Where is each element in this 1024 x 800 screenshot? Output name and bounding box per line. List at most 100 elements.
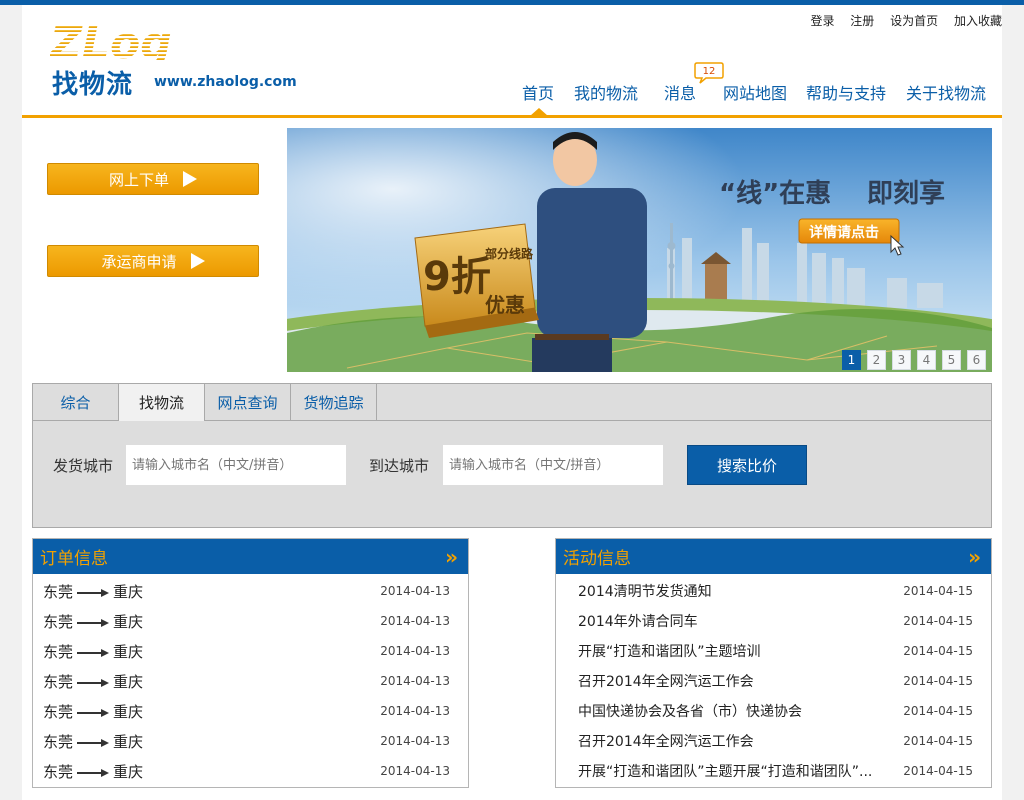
order-row[interactable]: 东莞 重庆 2014-04-13 <box>33 756 468 786</box>
login-link[interactable]: 登录 <box>810 14 834 28</box>
nav-help[interactable]: 帮助与支持 <box>806 80 886 104</box>
promo-banner[interactable]: 9折 优惠 部分线路 “线”在惠 即刻享 详情请点击 1 2 3 4 5 6 <box>287 128 992 372</box>
from-city-input[interactable] <box>126 445 346 485</box>
register-link[interactable]: 注册 <box>850 14 874 28</box>
tab-find-logistics[interactable]: 找物流 <box>119 384 205 421</box>
order-to-city: 重庆 <box>113 672 144 691</box>
tab-general[interactable]: 综合 <box>33 384 119 420</box>
event-title[interactable]: 开展“打造和谐团队”主题开展“打造和谐团队”... <box>566 761 872 781</box>
top-links: 登录 注册 设为首页 加入收藏 <box>798 12 1002 29</box>
nav-messages[interactable]: 消息 <box>664 80 696 104</box>
order-date: 2014-04-13 <box>380 674 450 688</box>
logo-url: www.zhaolog.com <box>154 74 297 90</box>
banner-discount: 9折 <box>423 254 491 300</box>
event-row[interactable]: 开展“打造和谐团队”主题开展“打造和谐团队”... 2014-04-15 <box>556 756 991 786</box>
order-row[interactable]: 东莞 重庆 2014-04-13 <box>33 636 468 666</box>
event-date: 2014-04-15 <box>903 764 973 778</box>
event-date: 2014-04-15 <box>903 704 973 718</box>
search-panel: 综合 找物流 网点查询 货物追踪 发货城市 到达城市 搜索比价 <box>32 383 992 528</box>
order-row[interactable]: 东莞 重庆 2014-04-13 <box>33 696 468 726</box>
banner-image: 9折 优惠 部分线路 “线”在惠 即刻享 详情请点击 <box>287 128 992 372</box>
arrow-right-icon <box>190 253 205 269</box>
tab-outlet-query[interactable]: 网点查询 <box>205 384 291 420</box>
to-city-input[interactable] <box>443 445 663 485</box>
order-route: 东莞 重庆 <box>43 731 143 752</box>
event-row[interactable]: 召开2014年全网汽运工作会 2014-04-15 <box>556 666 991 696</box>
event-row[interactable]: 中国快递协会及各省（市）快递协会 2014-04-15 <box>556 696 991 726</box>
add-favorite-link[interactable]: 加入收藏 <box>954 14 1002 28</box>
orders-list: 东莞 重庆 2014-04-13 东莞 重庆 2014-04-13 东莞 重庆 2014-04-… <box>33 574 468 786</box>
arrow-right-icon <box>183 171 197 187</box>
event-title[interactable]: 2014年外请合同车 <box>566 611 698 631</box>
events-header: 活动信息 » <box>556 539 991 574</box>
event-row[interactable]: 2014清明节发货通知 2014-04-15 <box>556 576 991 606</box>
events-more-icon[interactable]: » <box>968 545 981 569</box>
event-date: 2014-04-15 <box>903 614 973 628</box>
order-row[interactable]: 东莞 重庆 2014-04-13 <box>33 666 468 696</box>
to-city-label: 到达城市 <box>369 457 430 475</box>
order-to-city: 重庆 <box>113 732 144 751</box>
event-row[interactable]: 开展“打造和谐团队”主题培训 2014-04-15 <box>556 636 991 666</box>
banner-page-3[interactable]: 3 <box>892 350 911 370</box>
orders-panel: 订单信息 » 东莞 重庆 2014-04-13 东莞 重庆 2014-04-13 东莞 重庆 2… <box>32 538 469 788</box>
event-title[interactable]: 召开2014年全网汽运工作会 <box>566 671 754 691</box>
event-title[interactable]: 中国快递协会及各省（市）快递协会 <box>566 701 802 721</box>
order-date: 2014-04-13 <box>380 704 450 718</box>
orders-more-icon[interactable]: » <box>445 545 458 569</box>
tab-cargo-tracking[interactable]: 货物追踪 <box>291 384 377 420</box>
banner-page-1[interactable]: 1 <box>842 350 861 370</box>
banner-page-4[interactable]: 4 <box>917 350 936 370</box>
order-route: 东莞 重庆 <box>43 611 143 632</box>
order-from-city: 东莞 <box>43 612 74 631</box>
site-logo[interactable]: ZLog <box>50 22 300 62</box>
order-from-city: 东莞 <box>43 672 74 691</box>
events-list: 2014清明节发货通知 2014-04-15 2014年外请合同车 2014-04-1… <box>556 574 991 786</box>
order-row[interactable]: 东莞 重庆 2014-04-13 <box>33 606 468 636</box>
message-count-badge: 12 <box>694 62 724 84</box>
order-to-city: 重庆 <box>113 762 144 781</box>
carrier-apply-label: 承运商申请 <box>101 252 177 271</box>
banner-page-5[interactable]: 5 <box>942 350 961 370</box>
order-to-city: 重庆 <box>113 702 144 721</box>
banner-headline-quote: “线”在惠 <box>719 179 831 209</box>
online-order-button[interactable]: 网上下单 <box>47 163 259 195</box>
nav-sitemap[interactable]: 网站地图 <box>723 80 787 104</box>
order-date: 2014-04-13 <box>380 644 450 658</box>
event-title[interactable]: 召开2014年全网汽运工作会 <box>566 731 754 751</box>
order-route: 东莞 重庆 <box>43 641 143 662</box>
banner-headline-rest: 即刻享 <box>867 178 945 209</box>
search-tabs: 综合 找物流 网点查询 货物追踪 <box>33 384 377 421</box>
arrow-right-icon <box>77 589 110 597</box>
order-from-city: 东莞 <box>43 582 74 601</box>
order-row[interactable]: 东莞 重庆 2014-04-13 <box>33 576 468 606</box>
order-route: 东莞 重庆 <box>43 761 143 782</box>
event-row[interactable]: 召开2014年全网汽运工作会 2014-04-15 <box>556 726 991 756</box>
set-homepage-link[interactable]: 设为首页 <box>890 14 938 28</box>
event-title[interactable]: 2014清明节发货通知 <box>566 581 712 601</box>
nav-underline <box>22 115 1002 118</box>
search-compare-button[interactable]: 搜索比价 <box>687 445 807 485</box>
order-from-city: 东莞 <box>43 732 74 751</box>
from-city-label: 发货城市 <box>53 457 114 475</box>
nav-about[interactable]: 关于找物流 <box>906 80 986 104</box>
banner-page-6[interactable]: 6 <box>967 350 986 370</box>
order-route: 东莞 重庆 <box>43 581 143 602</box>
banner-page-2[interactable]: 2 <box>867 350 886 370</box>
nav-home[interactable]: 首页 <box>522 80 554 104</box>
event-date: 2014-04-15 <box>903 674 973 688</box>
order-row[interactable]: 东莞 重庆 2014-04-13 <box>33 726 468 756</box>
event-date: 2014-04-15 <box>903 644 973 658</box>
event-row[interactable]: 2014年外请合同车 2014-04-15 <box>556 606 991 636</box>
carrier-apply-button[interactable]: 承运商申请 <box>47 245 259 277</box>
order-from-city: 东莞 <box>43 642 74 661</box>
order-route: 东莞 重庆 <box>43 671 143 692</box>
event-date: 2014-04-15 <box>903 734 973 748</box>
order-date: 2014-04-13 <box>380 734 450 748</box>
arrow-right-icon <box>77 709 110 717</box>
banner-discount-sub: 优惠 <box>485 293 525 317</box>
event-title[interactable]: 开展“打造和谐团队”主题培训 <box>566 641 761 661</box>
order-date: 2014-04-13 <box>380 614 450 628</box>
arrow-right-icon <box>77 649 110 657</box>
nav-my-logistics[interactable]: 我的物流 <box>574 80 638 104</box>
events-title: 活动信息 <box>563 549 631 569</box>
